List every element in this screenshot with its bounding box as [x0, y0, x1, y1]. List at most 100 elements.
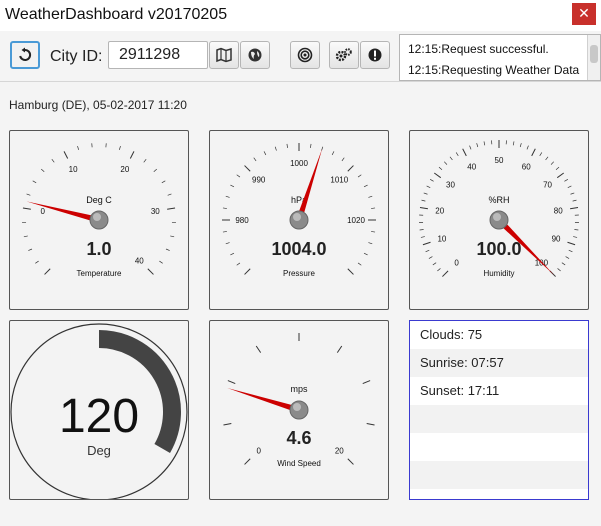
- gauge-value: 1004.0: [271, 239, 326, 259]
- gauge-major-tick: [419, 206, 428, 210]
- log-line: 12:15:Requesting Weather Data: [408, 63, 580, 77]
- gauge-minor-tick: [443, 161, 448, 165]
- gauge-minor-tick: [555, 166, 560, 171]
- gauge-unit: mps: [290, 384, 308, 394]
- map-icon: [216, 47, 232, 63]
- map-button[interactable]: [209, 41, 239, 69]
- close-button[interactable]: ✕: [572, 3, 596, 25]
- info-empty-row: [410, 405, 588, 433]
- gauge-minor-tick: [286, 143, 288, 148]
- gauge-tick-label: 0: [256, 446, 261, 455]
- gauge-tick-label: 20: [435, 207, 444, 216]
- gauge-minor-tick: [561, 262, 566, 266]
- wind-speed-gauge: 0 20 mps 4.6 Wind Speed: [223, 333, 375, 468]
- gauge-label: Humidity: [483, 269, 514, 278]
- gauge-major-tick: [336, 345, 343, 353]
- alert-icon: [368, 48, 382, 62]
- gauge-minor-tick: [230, 252, 235, 256]
- settings-button[interactable]: [329, 41, 359, 69]
- gauge-tick-label: 10: [437, 235, 446, 244]
- info-sunrise[interactable]: Sunrise: 07:57: [410, 349, 588, 377]
- toolbar: City ID: 12:15:Requ: [0, 31, 601, 82]
- gauge-major-tick: [244, 165, 251, 172]
- gauge-minor-tick: [263, 151, 267, 156]
- gauge-minor-tick: [161, 180, 166, 184]
- log-list[interactable]: 12:15:Request successful. 12:15:Requesti…: [399, 34, 601, 81]
- gauge-major-tick: [462, 148, 467, 157]
- gauge-major-tick: [347, 458, 354, 465]
- temperature-gauge: 0 10 20 30 40 Deg C 1.0 Temperature: [22, 143, 176, 278]
- gauge-major-tick: [255, 345, 262, 353]
- info-sunset[interactable]: Sunset: 17:11: [410, 377, 588, 405]
- gauge-minor-tick: [429, 178, 434, 182]
- gauge-tick-label: 80: [554, 207, 563, 216]
- gauge-tick-label: 10: [69, 165, 78, 174]
- gauge-minor-tick: [545, 156, 549, 161]
- gauge-tick-label: 70: [543, 181, 552, 190]
- gauge-minor-tick: [421, 199, 426, 202]
- gauge-minor-tick: [483, 141, 486, 146]
- info-empty-row: [410, 433, 588, 461]
- target-button[interactable]: [290, 41, 320, 69]
- gauge-tick-label: 90: [552, 235, 561, 244]
- gauge-minor-tick: [570, 192, 575, 195]
- gauge-minor-tick: [476, 143, 479, 148]
- gauge-minor-tick: [28, 248, 33, 251]
- gauge-hub-highlight: [93, 213, 101, 221]
- gauge-minor-tick: [236, 262, 241, 266]
- gauge-minor-tick: [236, 174, 241, 178]
- gauge-minor-tick: [143, 158, 147, 163]
- weather-info-list[interactable]: Clouds: 75 Sunrise: 07:57 Sunset: 17:11: [409, 320, 589, 500]
- gauge-minor-tick: [274, 146, 277, 151]
- gauge-minor-tick: [363, 252, 368, 256]
- gauge-tick-label: 990: [252, 176, 266, 185]
- gauge-major-tick: [129, 151, 135, 159]
- gauge-minor-tick: [331, 151, 335, 156]
- wind-direction-value: 120: [59, 390, 139, 443]
- gauge-minor-tick: [230, 184, 235, 188]
- globe-button[interactable]: [240, 41, 270, 69]
- gauge-label: Pressure: [283, 269, 316, 278]
- gauge-minor-tick: [565, 256, 570, 259]
- gauge-minor-tick: [357, 174, 362, 178]
- gauge-minor-tick: [222, 207, 227, 209]
- gauge-minor-tick: [557, 268, 561, 272]
- gauge-minor-tick: [512, 141, 515, 146]
- gauge-minor-tick: [574, 229, 579, 231]
- city-id-input[interactable]: [108, 41, 208, 69]
- gauge-minor-tick: [438, 166, 443, 171]
- wind-direction-gauge: 120 Deg: [10, 323, 188, 499]
- gauge-minor-tick: [225, 195, 230, 198]
- gauge-minor-tick: [32, 180, 37, 184]
- gauge-needle: [227, 387, 300, 413]
- humidity-gauge: 0102030405060708090100 %RH 100.0 Humidit…: [419, 140, 579, 278]
- gauge-tick-label: 30: [446, 181, 455, 190]
- gauge-minor-tick: [423, 192, 428, 195]
- info-empty-row: [410, 461, 588, 489]
- gauge-minor-tick: [371, 231, 376, 233]
- gauge-minor-tick: [357, 262, 362, 266]
- gauge-minor-tick: [170, 235, 175, 238]
- pressure-gauge: 980990100010101020 hPa 1004.0 Pressure: [222, 143, 376, 278]
- gauge-minor-tick: [455, 152, 459, 157]
- gauge-minor-tick: [449, 156, 453, 161]
- alert-button[interactable]: [360, 41, 390, 69]
- gauge-minor-tick: [51, 158, 55, 163]
- gauge-major-tick: [223, 422, 232, 426]
- gauge-tick-label: 0: [454, 258, 459, 267]
- window-title: WeatherDashboard v20170205: [5, 6, 228, 23]
- gauge-minor-tick: [573, 236, 578, 238]
- gauge-unit: Deg C: [86, 195, 112, 205]
- gauge-value: 100.0: [476, 239, 521, 259]
- gauge-minor-tick: [167, 193, 172, 196]
- title-bar: WeatherDashboard v20170205 ✕: [0, 0, 601, 32]
- gauge-unit: %RH: [488, 195, 509, 205]
- refresh-button[interactable]: [10, 41, 40, 69]
- gauge-minor-tick: [41, 168, 45, 172]
- gauge-minor-tick: [341, 157, 345, 162]
- gauge-value: 1.0: [86, 239, 111, 259]
- gauge-major-tick: [570, 206, 579, 210]
- info-clouds[interactable]: Clouds: 75: [410, 321, 588, 349]
- log-scrollbar[interactable]: [587, 35, 600, 80]
- gauge-minor-tick: [550, 161, 555, 165]
